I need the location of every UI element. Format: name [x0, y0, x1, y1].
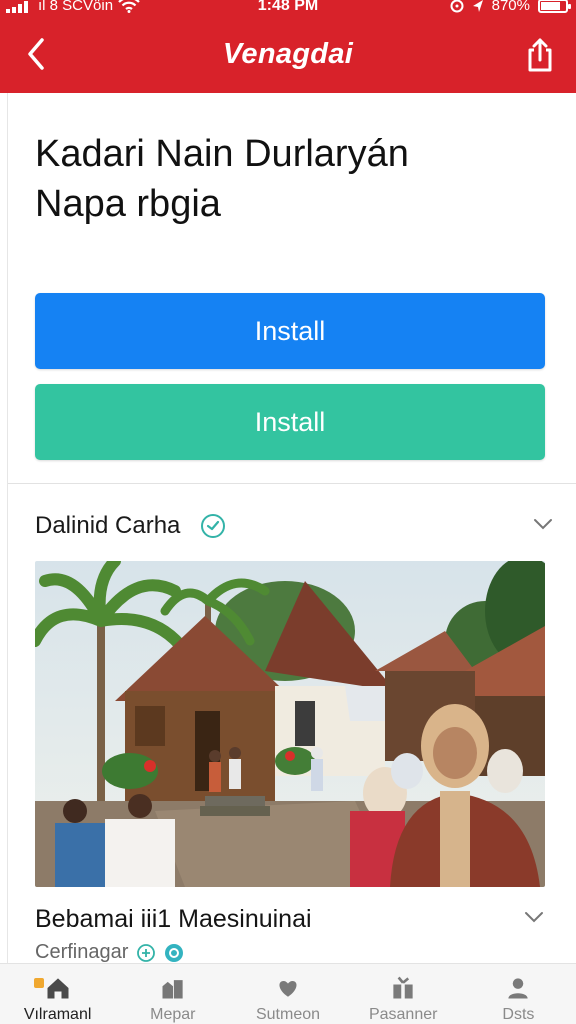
section-header[interactable]: Dalinid Carha [35, 508, 555, 544]
nav-label: Pasanner [368, 1006, 438, 1023]
battery-level [541, 1, 560, 10]
install-button-primary[interactable]: Install [35, 293, 545, 369]
app-screen: ıl 8 SCVöin 1:48 PM 870% Venagdai Kadari… [0, 0, 576, 1024]
nav-label: Dsts [502, 1006, 535, 1023]
divider [8, 483, 576, 484]
nav-item-profile[interactable]: Dsts [461, 964, 576, 1024]
photo-illustration [35, 561, 545, 887]
share-icon[interactable] [524, 36, 556, 74]
location-icon [472, 0, 483, 12]
battery-percent: 870% [491, 0, 530, 14]
plus-circle-icon [137, 943, 156, 962]
nav-label: Vılramanl [23, 1006, 92, 1023]
nav-item-buildings[interactable]: Mepar [115, 964, 230, 1024]
caption-subtitle-row: Cerfinagar [35, 941, 184, 964]
chevron-down-icon[interactable] [531, 512, 555, 536]
verified-badge-icon [201, 514, 226, 538]
status-bar: ıl 8 SCVöin 1:48 PM 870% [0, 0, 576, 18]
nav-header: Venagdai [0, 18, 576, 93]
caption-subtitle: Cerfinagar [35, 941, 129, 963]
section-title: Dalinid Carha [35, 512, 181, 539]
status-right-group: 870% [450, 0, 571, 14]
profile-icon [508, 978, 529, 999]
caption-title: Bebamai iii1 Maesinuinai [35, 905, 312, 933]
nav-item-home[interactable]: Vılramanl [0, 964, 115, 1024]
village-photo[interactable] [35, 561, 545, 887]
badge-icon [165, 943, 184, 962]
battery-icon [538, 0, 571, 13]
header-title: Venagdai [222, 38, 354, 70]
gift-icon [393, 976, 413, 999]
heart-hand-icon [279, 981, 297, 997]
bottom-navigation: Vılramanl Mepar Sutmeon Pasanner Dsts [0, 963, 576, 1024]
home-icon [47, 978, 69, 999]
nav-item-gift[interactable]: Pasanner [346, 964, 461, 1024]
content-card: Kadari Nain Durlaryán Napa rbgia Install… [7, 93, 576, 963]
alarm-icon [450, 0, 464, 12]
nav-item-heart[interactable]: Sutmeon [230, 964, 345, 1024]
nav-label: Mepar [150, 1006, 196, 1023]
app-title: Kadari Nain Durlaryán Napa rbgia [35, 133, 409, 225]
nav-label: Sutmeon [255, 1006, 321, 1023]
top-bar: ıl 8 SCVöin 1:48 PM 870% Venagdai [0, 0, 576, 93]
chevron-down-icon[interactable] [522, 905, 546, 929]
install-button-secondary[interactable]: Install [35, 384, 545, 460]
nav-badge [34, 978, 44, 988]
buildings-icon [162, 980, 183, 999]
